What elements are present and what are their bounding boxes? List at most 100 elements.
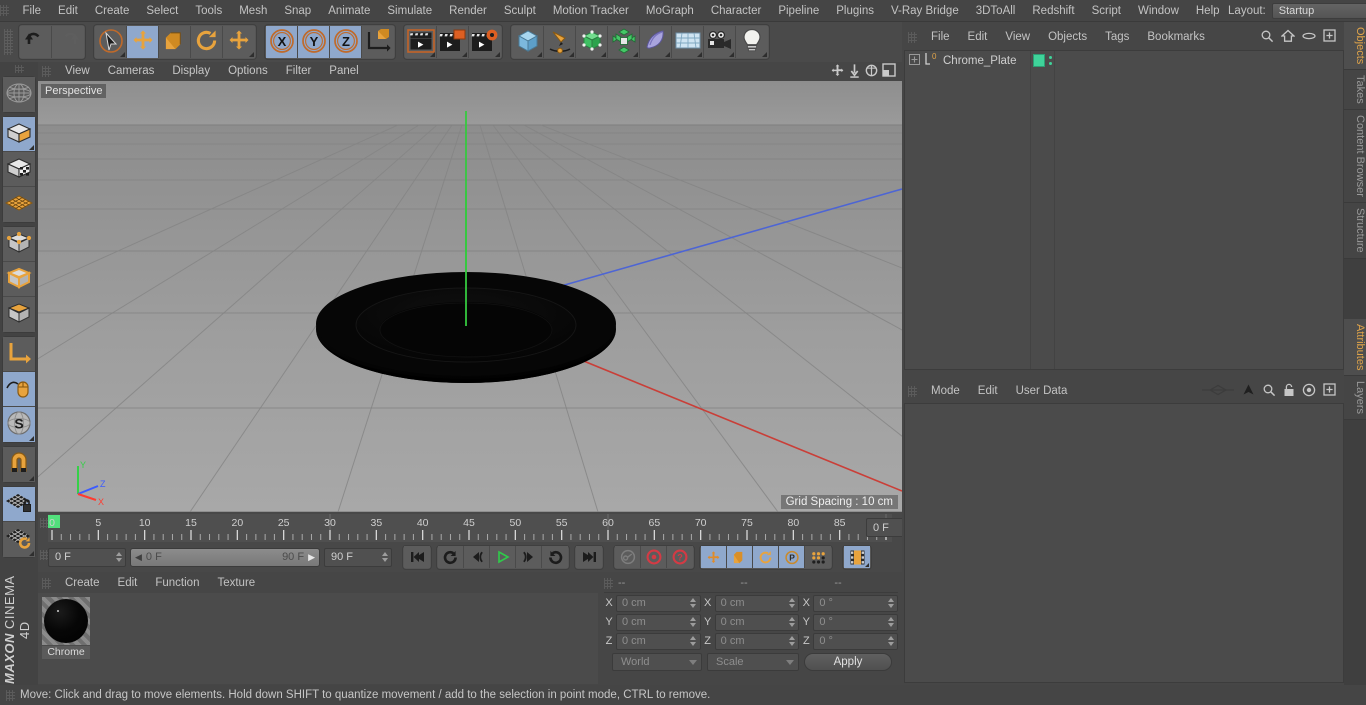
workplane-mode-button[interactable]	[3, 187, 35, 222]
keyframe-selection-button[interactable]: ?	[667, 546, 693, 568]
range-left-arrow-icon[interactable]: ◀	[135, 552, 142, 563]
object-menu-bookmarks[interactable]: Bookmarks	[1138, 26, 1214, 48]
coord-position-y-field[interactable]: 0 cm	[616, 614, 701, 631]
object-menu-objects[interactable]: Objects	[1039, 26, 1096, 48]
viewport-menu-cameras[interactable]: Cameras	[99, 62, 164, 81]
lock-y-axis-button[interactable]: Y	[298, 26, 330, 58]
menu-pipeline[interactable]: Pipeline	[770, 0, 828, 22]
rotate-icon[interactable]	[864, 63, 879, 81]
menu-v-ray-bridge[interactable]: V-Ray Bridge	[882, 0, 967, 22]
make-editable-button[interactable]	[3, 77, 35, 112]
menu-redshift[interactable]: Redshift	[1024, 0, 1083, 22]
search-icon[interactable]	[1262, 383, 1276, 400]
lock-workplane-button[interactable]	[3, 487, 35, 522]
attribute-body[interactable]	[904, 403, 1344, 683]
deformers-button[interactable]	[608, 26, 640, 58]
material-menu-create[interactable]: Create	[56, 574, 109, 593]
menu-motion-tracker[interactable]: Motion Tracker	[544, 0, 637, 22]
lock-x-axis-button[interactable]: X	[266, 26, 298, 58]
menu-grip[interactable]	[0, 5, 9, 16]
viewport-menu-options[interactable]: Options	[219, 62, 277, 81]
coord-rotation-x-stepper[interactable]	[886, 596, 895, 611]
vtab-attributes[interactable]: Attributes	[1344, 319, 1366, 376]
camera-button[interactable]	[704, 26, 736, 58]
menu-character[interactable]: Character	[702, 0, 770, 22]
move-tool[interactable]	[127, 26, 159, 58]
target-icon[interactable]	[1302, 383, 1316, 400]
coord-position-y-stepper[interactable]	[689, 615, 698, 630]
vtab-layers[interactable]: Layers	[1344, 376, 1366, 420]
menu-tools[interactable]: Tools	[187, 0, 231, 22]
attribute-menu-grip[interactable]	[908, 386, 917, 397]
attribute-menu-mode[interactable]: Mode	[922, 380, 969, 402]
coord-position-z-stepper[interactable]	[689, 634, 698, 649]
expand-icon[interactable]	[1323, 29, 1336, 45]
dolly-icon[interactable]	[848, 63, 861, 81]
size-mode-dropdown[interactable]: Scale	[707, 653, 799, 671]
polygons-mode-button[interactable]	[3, 297, 35, 332]
model-mode-button[interactable]	[3, 117, 35, 152]
coord-rotation-y-field[interactable]: 0 °	[813, 614, 898, 631]
viewport-menu-display[interactable]: Display	[163, 62, 219, 81]
magnet-tool-button[interactable]	[3, 447, 35, 482]
menu-edit[interactable]: Edit	[50, 0, 87, 22]
coord-system-dropdown[interactable]: World	[612, 653, 702, 671]
world-object-coords-button[interactable]	[362, 26, 394, 58]
edges-mode-button[interactable]	[3, 262, 35, 297]
material-menu-grip[interactable]	[42, 578, 51, 589]
home-icon[interactable]	[1281, 29, 1295, 46]
material-menu-function[interactable]: Function	[146, 574, 208, 593]
record-pla-button[interactable]	[805, 546, 831, 568]
play-forward-loop-button[interactable]	[542, 546, 568, 568]
record-active-objects-button[interactable]	[641, 546, 667, 568]
apply-button[interactable]: Apply	[804, 653, 892, 671]
viewport-menu-filter[interactable]: Filter	[277, 62, 321, 81]
coord-rotation-y-stepper[interactable]	[886, 615, 895, 630]
material-list[interactable]: Chrome	[38, 593, 598, 684]
coord-size-y-stepper[interactable]	[787, 615, 796, 630]
dropdown-corner-icon[interactable]	[249, 52, 254, 57]
add-spline-button[interactable]	[544, 26, 576, 58]
current-frame-stepper[interactable]	[114, 550, 123, 565]
menu-mograph[interactable]: MoGraph	[637, 0, 702, 22]
coord-position-x-stepper[interactable]	[689, 596, 698, 611]
dropdown-corner-icon[interactable]	[697, 52, 702, 57]
lock-z-axis-button[interactable]: Z	[330, 26, 362, 58]
environment-button[interactable]	[672, 26, 704, 58]
viewport-menu-view[interactable]: View	[56, 62, 99, 81]
menu-create[interactable]: Create	[86, 0, 138, 22]
coord-rotation-x-field[interactable]: 0 °	[813, 595, 898, 612]
menu-simulate[interactable]: Simulate	[379, 0, 441, 22]
points-mode-button[interactable]	[3, 227, 35, 262]
range-right-arrow-icon[interactable]: ▶	[308, 552, 315, 563]
coord-position-x-field[interactable]: 0 cm	[616, 595, 701, 612]
record-scale-button[interactable]	[727, 546, 753, 568]
animation-mode-button[interactable]	[844, 546, 870, 568]
coord-size-x-field[interactable]: 0 cm	[715, 595, 800, 612]
left-toolbar-grip[interactable]	[15, 65, 24, 73]
end-frame-stepper[interactable]	[380, 550, 389, 565]
object-tree[interactable]: 0Chrome_Plate	[904, 50, 1344, 370]
redo-button[interactable]	[52, 26, 84, 58]
record-rotation-button[interactable]	[753, 546, 779, 568]
coordinates-grip[interactable]	[604, 578, 613, 589]
dropdown-corner-icon[interactable]	[633, 52, 638, 57]
render-to-picture-viewer-button[interactable]	[437, 26, 469, 58]
menu-script[interactable]: Script	[1083, 0, 1129, 22]
material-menu-texture[interactable]: Texture	[208, 574, 264, 593]
menu-snap[interactable]: Snap	[276, 0, 320, 22]
menu-mesh[interactable]: Mesh	[231, 0, 276, 22]
timeline-ruler[interactable]: 051015202530354045505560657075808590	[48, 514, 902, 542]
dropdown-corner-icon[interactable]	[462, 52, 467, 57]
dynamic-place-tool[interactable]	[223, 26, 255, 58]
object-menu-view[interactable]: View	[996, 26, 1039, 48]
coord-position-z-field[interactable]: 0 cm	[616, 633, 701, 650]
dropdown-corner-icon[interactable]	[430, 52, 435, 57]
layout-dropdown[interactable]: Startup	[1272, 3, 1366, 19]
menu-animate[interactable]: Animate	[320, 0, 379, 22]
play-backward-loop-button[interactable]	[438, 546, 464, 568]
preview-range-slider[interactable]: ◀ 0 F 90 F ▶	[130, 548, 320, 567]
material-preview[interactable]	[42, 597, 90, 645]
viewport-menu-panel[interactable]: Panel	[320, 62, 367, 81]
play-button[interactable]	[490, 546, 516, 568]
